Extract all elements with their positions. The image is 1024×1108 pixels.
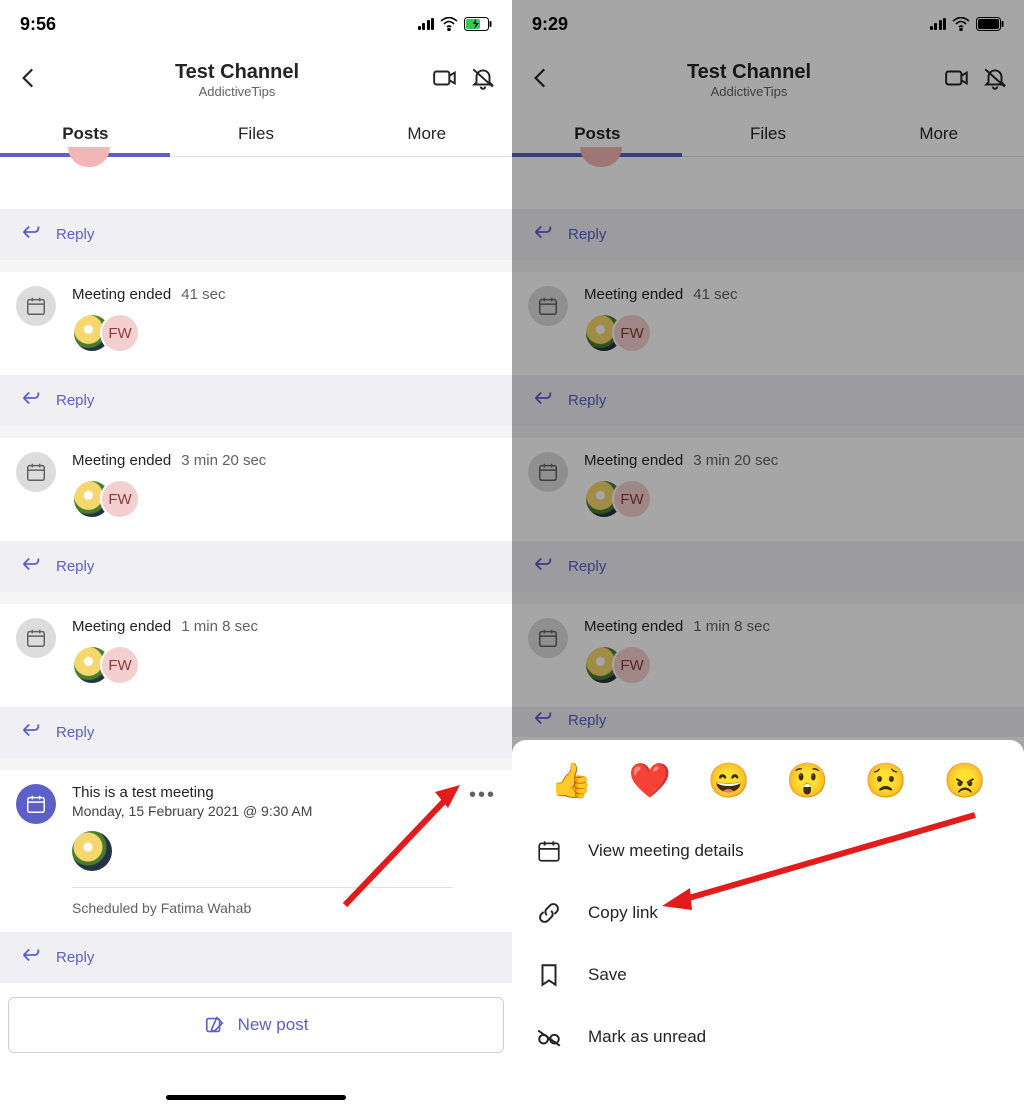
calendar-icon [16,784,56,824]
new-post-area: New post [0,983,512,1067]
meeting-title: This is a test meeting [72,784,453,801]
tab-files[interactable]: Files [171,112,342,156]
avatar [68,147,110,167]
calendar-icon [16,452,56,492]
avatar-initials: FW [100,645,140,685]
calendar-icon [536,838,562,864]
reaction-laugh[interactable]: 😄 [707,764,749,798]
meeting-ended-post[interactable]: Meeting ended 1 min 8 sec FW [0,604,512,707]
screenshot-right: 9:29 Test Channel AddictiveTips Posts Fi… [512,0,1024,1108]
reply-icon [20,387,42,414]
channel-title: Test Channel [54,61,420,84]
avatar-initials: FW [100,479,140,519]
reaction-heart[interactable]: ❤️ [629,764,671,798]
reaction-surprised[interactable]: 😲 [786,764,828,798]
bookmark-icon [536,962,562,988]
meeting-ended-label: Meeting ended [72,452,171,469]
more-options-button[interactable]: ••• [469,784,496,807]
screenshot-left: 9:56 Test Channel AddictiveTips Posts Fi… [0,0,512,1108]
reaction-like[interactable]: 👍 [550,764,592,798]
organizer-avatar [72,831,112,871]
new-post-label: New post [238,1015,309,1035]
posts-feed[interactable]: Reply Meeting ended 41 sec FW Reply [0,157,512,1067]
menu-label: Mark as unread [588,1027,706,1047]
link-icon [536,900,562,926]
status-time: 9:56 [20,14,56,35]
menu-label: Save [588,965,627,985]
back-button[interactable] [16,65,42,96]
calendar-icon [16,286,56,326]
reply-label: Reply [56,724,94,741]
reply-label: Reply [56,392,94,409]
view-meeting-details-item[interactable]: View meeting details [532,820,1004,882]
meeting-duration: 3 min 20 sec [181,452,266,469]
reply-button[interactable]: Reply [0,707,512,758]
context-menu-sheet: 👍 ❤️ 😄 😲 😟 😠 View meeting details Copy l… [512,740,1024,1108]
reply-icon [20,553,42,580]
menu-label: View meeting details [588,841,744,861]
status-bar: 9:56 [0,0,512,48]
new-post-button[interactable]: New post [8,997,504,1053]
reply-label: Reply [56,226,94,243]
reply-label: Reply [56,558,94,575]
attendees: FW [72,479,496,519]
tab-more[interactable]: More [341,112,512,156]
calendar-icon [16,618,56,658]
mute-notifications-button[interactable] [470,65,496,96]
reply-button[interactable]: Reply [0,932,512,983]
reply-icon [20,719,42,746]
team-name: AddictiveTips [54,84,420,99]
meeting-duration: 1 min 8 sec [181,618,258,635]
signal-icon [418,18,435,30]
meeting-duration: 41 sec [181,286,225,303]
divider [72,887,453,888]
reply-button[interactable]: Reply [0,209,512,260]
meeting-datetime: Monday, 15 February 2021 @ 9:30 AM [72,803,453,819]
header: Test Channel AddictiveTips [0,48,512,112]
meeting-ended-post[interactable]: Meeting ended 3 min 20 sec FW [0,438,512,541]
glasses-icon [536,1024,562,1050]
reply-icon [20,221,42,248]
partial-post [0,157,512,179]
save-item[interactable]: Save [532,944,1004,1006]
home-indicator[interactable] [166,1095,346,1100]
header-title-block: Test Channel AddictiveTips [54,61,420,99]
mark-unread-item[interactable]: Mark as unread [532,1006,1004,1068]
attendees: FW [72,313,496,353]
copy-link-item[interactable]: Copy link [532,882,1004,944]
reaction-angry[interactable]: 😠 [943,764,985,798]
wifi-icon [440,17,458,31]
reply-button[interactable]: Reply [0,375,512,426]
battery-charging-icon [464,17,492,31]
attendees: FW [72,645,496,685]
reactions-row: 👍 ❤️ 😄 😲 😟 😠 [532,758,1004,820]
meeting-ended-label: Meeting ended [72,618,171,635]
meeting-ended-post[interactable]: Meeting ended 41 sec FW [0,272,512,375]
meeting-ended-label: Meeting ended [72,286,171,303]
video-call-button[interactable] [432,65,458,96]
scheduled-meeting-post[interactable]: This is a test meeting Monday, 15 Februa… [0,770,512,932]
scheduled-by: Scheduled by Fatima Wahab [72,900,453,916]
reaction-sad[interactable]: 😟 [865,764,907,798]
avatar-initials: FW [100,313,140,353]
reply-label: Reply [56,949,94,966]
reply-button[interactable]: Reply [0,541,512,592]
reply-icon [20,944,42,971]
status-icons [418,17,493,31]
menu-label: Copy link [588,903,658,923]
